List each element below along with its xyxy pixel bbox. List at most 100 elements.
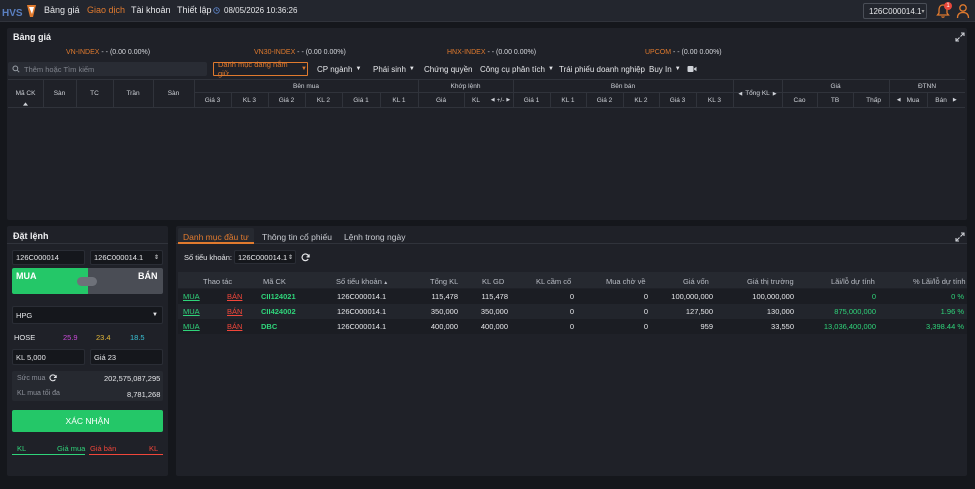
expand-icon[interactable] [955, 232, 965, 242]
row-buy-link[interactable]: MUA [183, 322, 200, 331]
col-ask-vol-1: KL 1 [550, 93, 586, 107]
col-label: Bán [935, 96, 947, 104]
row-symbol[interactable]: CII124021 [261, 292, 296, 301]
row-total-vol: 400,000 [430, 322, 458, 331]
row-sell-link[interactable]: BÁN [227, 307, 242, 316]
confirm-button[interactable]: XÁC NHẬN [12, 410, 163, 432]
group-bid: Bên mua [194, 80, 418, 92]
row-sell-link[interactable]: BÁN [227, 322, 242, 331]
tab-orders-today[interactable]: Lệnh trong ngày [344, 232, 405, 242]
group-ask-label: Bên bán [610, 82, 636, 90]
caret-right-icon: ▶ [506, 97, 511, 103]
col-label: KL [472, 96, 480, 104]
col-sub-account-label: Số tiểu khoản [336, 277, 382, 286]
group-foreign-label: ĐTNN [917, 82, 937, 90]
user-icon[interactable] [956, 3, 970, 19]
table-row[interactable]: MUA BÁN CII124021 126C000014.1 115,478 1… [178, 289, 967, 304]
col-label: Giá 1 [523, 96, 540, 104]
table-row[interactable]: MUA BÁN DBC 126C000014.1 400,000 400,000… [178, 319, 967, 334]
filter-tools[interactable]: Công cụ phân tích ▼ [480, 62, 554, 76]
col-ceil: Trần [113, 80, 153, 107]
nav-tai-khoan[interactable]: Tài khoản [131, 5, 171, 15]
col-label: Giá 3 [204, 96, 221, 104]
col-foreign-sell[interactable]: Bán ▶ [927, 93, 965, 107]
row-symbol[interactable]: DBC [261, 322, 277, 331]
price-field[interactable]: Giá 23 [90, 349, 163, 365]
row-pledged-vol: 0 [569, 307, 574, 316]
col-sub-account[interactable]: Số tiểu khoản ▲ [336, 277, 388, 286]
col-label: KL 3 [242, 96, 257, 104]
ceil-price: 25.9 [63, 333, 78, 342]
table-row[interactable]: MUA BÁN CII424002 126C000014.1 350,000 3… [178, 304, 967, 319]
account-id-field[interactable]: 126C000014 [12, 250, 85, 265]
col-total-volume[interactable]: ◀ Tổng KL ▶ [733, 80, 782, 107]
book-sell-underline [89, 454, 163, 455]
sub-account-select[interactable]: 126C000014.1 ⇕ [90, 250, 163, 265]
group-price-label: Giá [830, 82, 841, 90]
buying-power-label-group: Sức mua [17, 374, 58, 382]
row-sell-link[interactable]: BÁN [227, 292, 242, 301]
row-pending-buy: 0 [643, 307, 648, 316]
divider [853, 93, 854, 107]
refresh-icon[interactable] [49, 374, 58, 382]
col-match-change[interactable]: ◀ +/- ▶ [488, 93, 513, 107]
divider [733, 80, 734, 107]
col-label: Tổng KL [745, 90, 770, 97]
side-switch[interactable] [77, 277, 97, 286]
col-label: Giá 2 [278, 96, 295, 104]
row-total-vol: 115,478 [431, 292, 458, 301]
divider [7, 243, 168, 244]
book-sell-price-header: Giá bán [90, 444, 117, 453]
col-label: Mua [906, 96, 920, 104]
col-foreign-buy[interactable]: ◀ Mua [889, 93, 927, 107]
filter-buyin[interactable]: Buy In ▼ [649, 62, 681, 76]
divider [176, 243, 967, 244]
search-box[interactable]: Thêm hoặc Tìm kiếm [8, 62, 207, 76]
nav-giao-dich[interactable]: Giao dịch [87, 5, 125, 15]
divider [550, 93, 551, 107]
row-market-price: 130,000 [766, 307, 794, 316]
caret-left-icon: ◀ [490, 97, 495, 103]
col-label: KL 3 [707, 96, 722, 104]
caret-right-icon: ▶ [772, 90, 777, 97]
nav-thiet-lap[interactable]: Thiết lập [177, 5, 212, 15]
filter-derivative-label: Phái sinh [373, 64, 406, 74]
tab-portfolio[interactable]: Danh mục đầu tư [183, 232, 249, 242]
account-selector[interactable]: 126C000014.1 ▾ [863, 3, 927, 19]
filter-buyin-label: Buy In [649, 64, 672, 74]
sub-account-label: Số tiểu khoản: [184, 253, 232, 262]
row-symbol[interactable]: CII424002 [261, 307, 296, 316]
index-upcom[interactable]: UPCOM - - (0.00 0.00%) [645, 49, 722, 56]
filter-tools-label: Công cụ phân tích [480, 64, 545, 74]
filter-bond-label: Trái phiếu doanh nghiệp [559, 64, 645, 74]
filter-bond[interactable]: Trái phiếu doanh nghiệp [559, 62, 645, 76]
quantity-field[interactable]: KL 5,000 [12, 349, 85, 365]
sell-toggle-label: BÁN [138, 271, 158, 281]
refresh-icon[interactable] [301, 253, 310, 262]
caret-down-icon: ▼ [152, 312, 158, 318]
row-buy-link[interactable]: MUA [183, 292, 200, 301]
index-vn30[interactable]: VN30-INDEX - - (0.00 0.00%) [254, 49, 346, 56]
index-hnx[interactable]: HNX-INDEX - - (0.00 0.00%) [447, 49, 536, 56]
col-total-vol: Tổng KL [430, 277, 459, 286]
symbol-select[interactable]: HPG ▼ [12, 306, 163, 324]
video-camera-icon[interactable] [687, 65, 697, 73]
divider [889, 80, 890, 107]
nav-bang-gia[interactable]: Bảng giá [44, 5, 80, 15]
row-buy-link[interactable]: MUA [183, 307, 200, 316]
filter-warrant[interactable]: Chứng quyền [424, 62, 473, 76]
filter-category-select[interactable]: Danh mục đang nắm giữ ▼ [213, 60, 308, 78]
col-ask-price-2: Giá 2 [586, 93, 623, 107]
tab-stock-info[interactable]: Thông tin cổ phiếu [262, 232, 332, 242]
index-vnindex[interactable]: VN-INDEX - - (0.00 0.00%) [66, 49, 150, 56]
col-price-high: Cao [782, 93, 817, 107]
group-match: Khớp lệnh [418, 80, 513, 92]
confirm-button-label: XÁC NHẬN [65, 416, 110, 426]
expand-icon[interactable] [955, 32, 965, 42]
filter-sector[interactable]: CP ngành ▼ [317, 62, 361, 76]
filter-derivative[interactable]: Phái sinh ▼ [373, 62, 415, 76]
logo[interactable]: HVS [2, 3, 38, 19]
divider [659, 93, 660, 107]
portfolio-account-select[interactable]: 126C000014.1 ⇕ [234, 250, 296, 264]
row-account: 126C000014.1 [337, 322, 387, 331]
